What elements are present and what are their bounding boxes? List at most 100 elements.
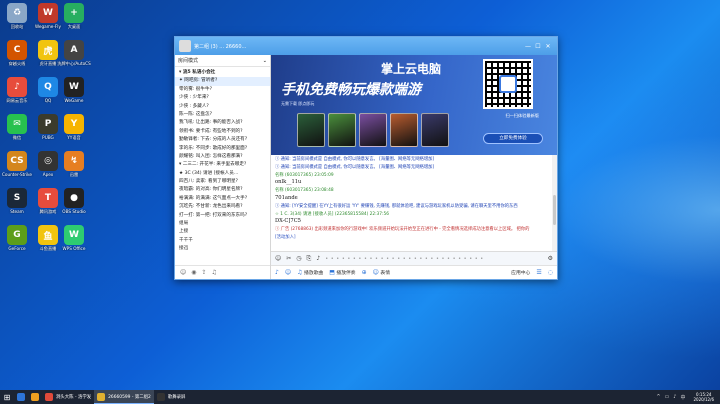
app-icon: Q: [38, 77, 58, 97]
desktop-icon-label: 大桌面: [67, 24, 81, 29]
app-icon: ↯: [64, 151, 84, 171]
input-tool-icon[interactable]: ♪: [316, 255, 320, 262]
bottom-right-icon[interactable]: ◌: [548, 269, 553, 276]
desktop-icon[interactable]: ↯ 迅雷: [57, 148, 91, 177]
chevron-down-icon[interactable]: ⌄: [263, 58, 267, 64]
desktop-icon[interactable]: + 大桌面: [57, 0, 91, 29]
message-input[interactable]: • • • • • • • • • • • • • • • • • • • • …: [325, 256, 542, 262]
app-icon: W: [64, 225, 84, 245]
taskbar-app[interactable]: [28, 390, 42, 404]
desktop-icon[interactable]: ● OBS Studio: [57, 185, 91, 214]
toolbar-button[interactable]: ♫ 播放歌曲: [297, 269, 323, 276]
list-item[interactable]: ▾ 流5 私语小会社: [175, 69, 270, 77]
list-item[interactable]: 李的乐: 不同步: 歌成好的那里面?: [175, 145, 270, 153]
desktop-icon[interactable]: S Steam: [0, 185, 34, 214]
room-mode-header[interactable]: 房间模式 ⌄: [175, 55, 270, 67]
app-icon: C: [7, 40, 27, 60]
game-thumbnail[interactable]: [421, 113, 449, 147]
list-item[interactable]: 沉吃先: 不甘新: 龙色出来吗看?: [175, 203, 270, 211]
app-icon: G: [7, 225, 27, 245]
game-thumbnail[interactable]: [328, 113, 356, 147]
input-toolbar: ☺ ✂ ◷ ⎘ ♪ • • • • • • • • • • • • • • • • • •…: [271, 251, 557, 265]
toolbar-button[interactable]: ☺: [285, 269, 291, 276]
taskbar-app-icon: [156, 393, 165, 401]
input-tool-icon[interactable]: ◷: [296, 255, 301, 262]
channel-footer: ☺ ◉ ⇪ ♫: [175, 265, 270, 279]
footer-icon[interactable]: ☺: [180, 269, 186, 276]
ad-banner[interactable]: 掌上云电脑 手机免费畅玩爆款端游 无需下载 即点即玩 扫一扫体验最新版 立即免费…: [271, 55, 557, 155]
desktop-icon[interactable]: ✉ 微信: [0, 111, 34, 140]
close-button[interactable]: ✕: [543, 43, 553, 50]
desktop-icon[interactable]: ♪ 网易云音乐: [0, 74, 34, 103]
free-trial-button[interactable]: 立即免费体验: [483, 133, 543, 144]
gear-icon[interactable]: ⚙: [548, 255, 553, 262]
list-item[interactable]: 千千千: [175, 237, 270, 245]
footer-icon[interactable]: ⇪: [202, 269, 207, 276]
chat-message: 名称 (603017365) 23:05:09: [275, 172, 334, 178]
game-thumbnail[interactable]: [297, 113, 325, 147]
toolbar-button[interactable]: ♪: [275, 269, 279, 276]
list-item[interactable]: 四百八: 卖家: 看到了哪明星?: [175, 178, 270, 186]
minimize-button[interactable]: —: [523, 43, 533, 50]
list-item[interactable]: 打一打: 第一把: 打双来的东东吗?: [175, 212, 270, 220]
list-item[interactable]: 勤敏锋者: 下去: 分成的人员还有?: [175, 136, 270, 144]
desktop-icon[interactable]: G GeForce: [0, 222, 34, 251]
tray-icon[interactable]: ▭: [663, 394, 672, 400]
toolbar-icon: ☺: [284, 269, 292, 276]
list-item[interactable]: 领衔书: 要卡成: 有些地不到的?: [175, 128, 270, 136]
list-item[interactable]: 接迅: [175, 245, 270, 253]
list-item[interactable]: 我飞吼: 让出路: 事的能否入战?: [175, 119, 270, 127]
list-item[interactable]: 夜暗霸: 的对高: 你们明星名牌?: [175, 186, 270, 194]
desktop-icon[interactable]: CS Counter-Strike: [0, 148, 34, 177]
input-tool-icon[interactable]: ✂: [286, 255, 291, 262]
start-button[interactable]: ⊞: [0, 390, 14, 404]
bottom-right-icon[interactable]: ☰: [536, 269, 541, 276]
toolbar-button[interactable]: ⬒ 播放伴奏: [329, 269, 355, 276]
tray-icon[interactable]: ♪: [671, 394, 678, 400]
yy-window[interactable]: 第二组 (3‍) ... 26660... — ☐ ✕ 房间模式 ⌄ ▾ 流5 …: [174, 36, 558, 280]
main-area: 掌上云电脑 手机免费畅玩爆款端游 无需下载 即点即玩 扫一扫体验最新版 立即免费…: [271, 55, 557, 279]
desktop-icon[interactable]: Y YY语音: [57, 111, 91, 140]
footer-icon[interactable]: ♫: [212, 269, 217, 276]
list-item[interactable]: 上接: [175, 228, 270, 236]
list-item[interactable]: ★ 3C (34) 请进 [接帐人员...: [175, 170, 270, 178]
qr-caption: 扫一扫体验最新版: [505, 113, 539, 118]
toolbar-button[interactable]: ⊕: [362, 269, 367, 276]
bottom-toolbar: ♪ ☺ ♫ 播放歌曲 ⬒ 播放伴奏 ⊕ ☺ 表情 应用中心 ☰ ◌: [271, 265, 557, 279]
game-thumbnail[interactable]: [359, 113, 387, 147]
list-item[interactable]: 颜耀铭: 叫入团: 怎样这看那满?: [175, 153, 270, 161]
app-center-link[interactable]: 应用中心: [511, 269, 530, 276]
tray-icon[interactable]: ^: [654, 394, 662, 400]
input-tool-icon[interactable]: ☺: [275, 255, 281, 262]
desktop-icon[interactable]: ♻ 回收站: [0, 0, 34, 29]
list-item[interactable]: 组局: [175, 220, 270, 228]
footer-icon[interactable]: ◉: [191, 269, 196, 276]
taskbar-app[interactable]: 歌舞录屏: [154, 390, 189, 404]
title-bar[interactable]: 第二组 (3‍) ... 26660... — ☐ ✕: [175, 37, 557, 55]
list-item[interactable]: 裕满满: 的满满: 这气面点一大手?: [175, 195, 270, 203]
desktop-icon[interactable]: W WPS Office: [57, 222, 91, 251]
list-item[interactable]: 零的雾: 很牛牛?: [175, 86, 270, 94]
input-tool-icon[interactable]: ⎘: [307, 255, 312, 263]
list-item[interactable]: 少侠 : 少年来?: [175, 94, 270, 102]
taskbar-app[interactable]: [14, 390, 28, 404]
list-item[interactable]: 少侠 : 多藏人?: [175, 103, 270, 111]
taskbar-app-label: 歌舞录屏: [167, 395, 186, 400]
list-item[interactable]: ✦ 网吧房: 冒听者?: [175, 77, 270, 86]
list-item[interactable]: 陈一陈: 这盘怎?: [175, 111, 270, 119]
desktop-icon[interactable]: A 洗牌中心/AutoCS: [57, 37, 91, 66]
desktop-icon-label: WeGame: [64, 98, 84, 103]
taskbar-app[interactable]: 26660599 - 第二组2: [94, 390, 154, 404]
chat-message: ⓘ 广告 (2768863) 出彩频道来加你的行游戏中! 欢乐频道开始玩法开始至…: [275, 227, 530, 233]
list-item[interactable]: ▾ 二三二: 开花半: 来手里去哪走?: [175, 161, 270, 169]
taskbar-app[interactable]: 洞头大陈 - 洛学发: [42, 390, 94, 404]
toolbar-button[interactable]: ☺ 表情: [373, 269, 390, 276]
maximize-button[interactable]: ☐: [533, 43, 543, 50]
clock[interactable]: 0:15:24 2020/12/6: [687, 392, 720, 402]
tray-icon[interactable]: 中: [678, 394, 687, 401]
desktop-icon[interactable]: W WeGame: [57, 74, 91, 103]
chat-message: [活动加入]: [275, 234, 296, 240]
game-thumbnail[interactable]: [390, 113, 418, 147]
desktop-icon[interactable]: C 穿越火线: [0, 37, 34, 66]
chat-scrollbar[interactable]: [552, 155, 557, 251]
